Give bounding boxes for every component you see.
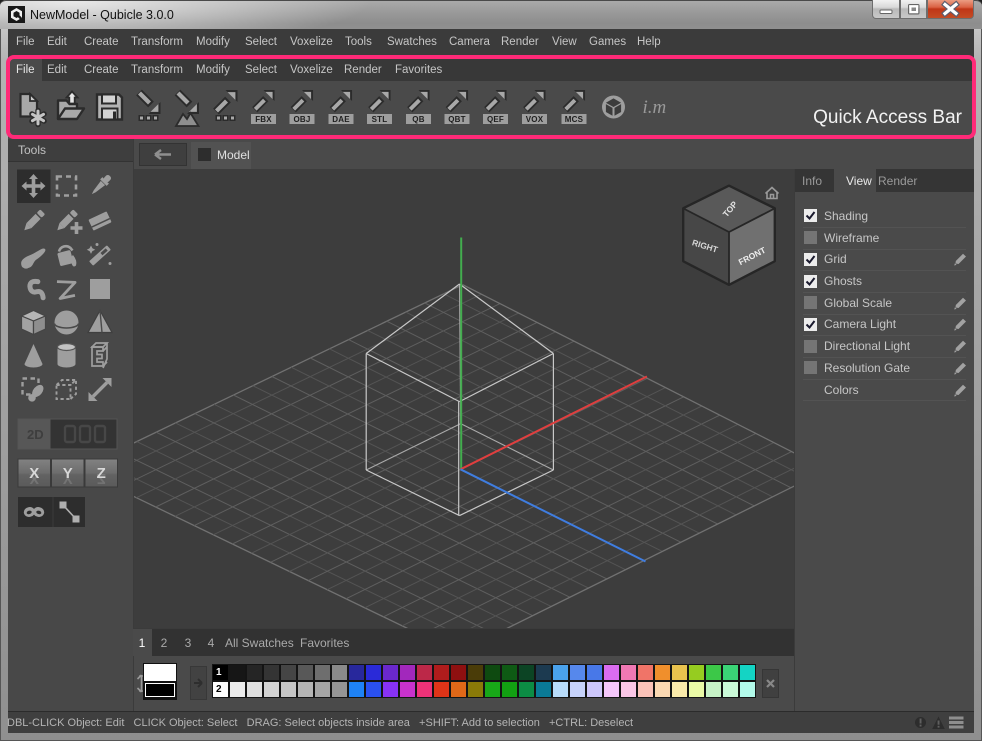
svg-text:Z: Z <box>97 470 106 487</box>
svg-text:Y: Y <box>63 470 73 487</box>
svg-text:2D: 2D <box>27 427 44 442</box>
svg-text:X: X <box>29 470 39 487</box>
